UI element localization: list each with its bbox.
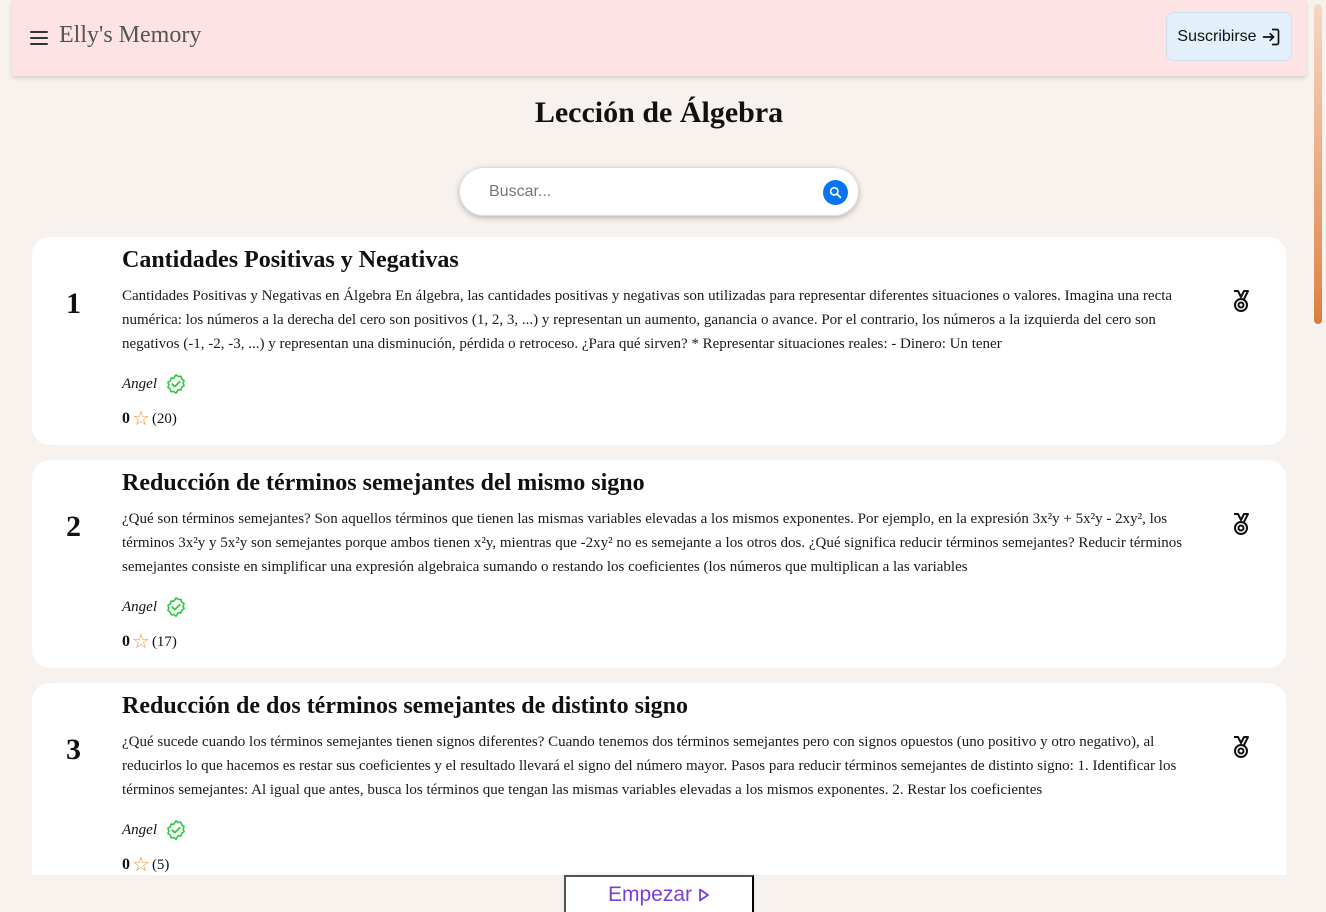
scrollbar-thumb[interactable] xyxy=(1314,4,1322,324)
lesson-card[interactable]: 1 Cantidades Positivas y Negativas Canti… xyxy=(32,237,1286,445)
star-icon: ☆ xyxy=(132,631,150,653)
medal-icon[interactable] xyxy=(1230,735,1252,759)
lesson-rating: 0 ☆ (5) xyxy=(122,855,169,875)
lesson-rating: 0 ☆ (17) xyxy=(122,632,177,652)
lesson-number: 3 xyxy=(66,733,81,766)
star-icon: ☆ xyxy=(132,854,150,875)
lesson-title[interactable]: Cantidades Positivas y Negativas xyxy=(122,247,459,274)
lesson-number: 1 xyxy=(66,287,81,320)
verified-badge-icon xyxy=(165,596,187,618)
brand-title[interactable]: Elly's Memory xyxy=(59,22,201,49)
rating-count: (20) xyxy=(151,410,177,427)
page-scrollbar[interactable] xyxy=(1306,0,1326,912)
page-title: Lección de Álgebra xyxy=(534,96,784,129)
lesson-title[interactable]: Reducción de dos términos semejantes de … xyxy=(122,693,688,720)
lesson-title[interactable]: Reducción de términos semejantes del mis… xyxy=(122,470,645,497)
lesson-rating: 0 ☆ (20) xyxy=(122,409,177,429)
rating-count: (17) xyxy=(151,633,177,650)
lesson-list: 1 Cantidades Positivas y Negativas Canti… xyxy=(32,237,1286,875)
lesson-excerpt: ¿Qué son términos semejantes? Son aquell… xyxy=(122,511,1183,575)
author-name: Angel xyxy=(122,375,157,392)
lesson-number: 2 xyxy=(66,510,81,543)
top-navbar: Elly's Memory Suscribirse xyxy=(12,0,1306,76)
medal-icon[interactable] xyxy=(1230,289,1252,313)
subscribe-label: Suscribirse xyxy=(1177,27,1257,45)
star-icon: ☆ xyxy=(132,408,150,430)
search-input[interactable] xyxy=(489,179,809,205)
verified-badge-icon xyxy=(165,373,187,395)
lesson-author: Angel xyxy=(122,819,187,841)
start-button[interactable]: Empezar xyxy=(564,875,754,912)
subscribe-button[interactable]: Suscribirse xyxy=(1166,12,1292,61)
start-label: Empezar xyxy=(607,883,693,906)
verified-badge-icon xyxy=(165,819,187,841)
search-button[interactable] xyxy=(823,180,848,205)
hamburger-menu-icon[interactable] xyxy=(30,31,48,45)
login-icon xyxy=(1262,28,1279,45)
lesson-excerpt: ¿Qué sucede cuando los términos semejant… xyxy=(122,734,1177,798)
lesson-card[interactable]: 3 Reducción de dos términos semejantes d… xyxy=(32,683,1286,875)
lesson-excerpt: Cantidades Positivas y Negativas en Álge… xyxy=(122,288,1173,352)
rating-value: 0 xyxy=(122,410,130,427)
author-name: Angel xyxy=(122,821,157,838)
search-bar xyxy=(459,167,859,216)
author-name: Angel xyxy=(122,598,157,615)
lesson-author: Angel xyxy=(122,596,187,618)
search-icon xyxy=(829,186,842,199)
rating-count: (5) xyxy=(151,856,170,873)
medal-icon[interactable] xyxy=(1230,512,1252,536)
play-icon xyxy=(699,888,709,902)
rating-value: 0 xyxy=(122,856,130,873)
rating-value: 0 xyxy=(122,633,130,650)
lesson-author: Angel xyxy=(122,373,187,395)
lesson-card[interactable]: 2 Reducción de términos semejantes del m… xyxy=(32,460,1286,668)
